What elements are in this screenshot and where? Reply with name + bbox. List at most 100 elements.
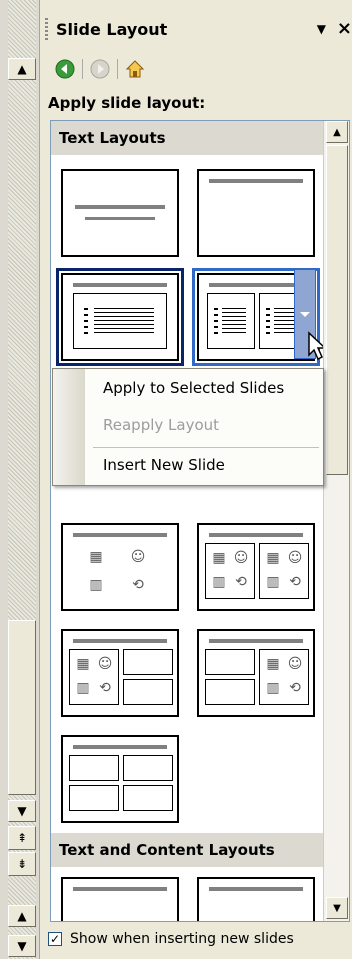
- home-button[interactable]: [122, 56, 148, 82]
- close-icon[interactable]: ×: [337, 18, 352, 39]
- editor-scrollbar-strip: ▲ ▼ ⇞ ⇟ ▲ ▼: [0, 0, 40, 959]
- layout-title-bar: [73, 533, 167, 537]
- lower-scroll-down-button[interactable]: ▼: [8, 935, 36, 957]
- layout-title-text-and-content[interactable]: [61, 877, 179, 921]
- layout-subtitle-bar: [85, 217, 155, 220]
- home-icon: [125, 60, 145, 78]
- diagram-icon: ⟲: [289, 574, 301, 590]
- table-icon: ▦: [266, 550, 280, 566]
- text-lines: [94, 308, 154, 336]
- layout-title-bar: [73, 283, 167, 287]
- layout-title-slide[interactable]: [61, 169, 179, 257]
- gallery-scroll-up-button[interactable]: ▲: [326, 121, 348, 143]
- task-pane-title-bar: Slide Layout ▼ ×: [40, 0, 352, 46]
- picture-icon: ☺: [287, 550, 303, 566]
- nav-separator: [82, 59, 83, 79]
- table-icon: ▦: [76, 656, 90, 672]
- menu-item-insert-new-slide[interactable]: Insert New Slide: [103, 456, 225, 474]
- picture-icon: ☺: [287, 656, 303, 672]
- layout-title-bar: [73, 887, 167, 891]
- content-placeholder-top-right: [123, 649, 173, 675]
- table-icon: ▦: [89, 549, 103, 565]
- forward-button[interactable]: [87, 56, 113, 82]
- scroll-up-button[interactable]: ▲: [8, 58, 36, 80]
- section-header-text-layouts: Text Layouts: [51, 121, 323, 155]
- content-placeholder-top-left: [205, 649, 255, 675]
- layout-title-content-and-two-content[interactable]: ▦ ☺ ▥ ⟲: [61, 629, 179, 717]
- layout-title-bar: [75, 205, 165, 209]
- menu-item-apply-to-selected-slides[interactable]: Apply to Selected Slides: [103, 379, 284, 397]
- back-button[interactable]: [52, 56, 78, 82]
- gallery-scroll-thumb[interactable]: [326, 145, 348, 475]
- nav-separator: [117, 59, 118, 79]
- next-slide-button[interactable]: ⇟: [8, 852, 36, 876]
- layout-title-content-and-text[interactable]: [197, 877, 315, 921]
- gallery-scroll-down-button[interactable]: ▼: [326, 897, 348, 919]
- table-icon: ▦: [212, 550, 226, 566]
- diagram-icon: ⟲: [235, 574, 247, 590]
- content-placeholder-bottom-left: [205, 679, 255, 705]
- content-placeholder-left: ▦ ☺ ▥ ⟲: [205, 543, 255, 599]
- text-lines: [222, 308, 246, 336]
- layout-text-placeholder-left: [207, 293, 255, 349]
- diagram-icon: ⟲: [289, 680, 301, 696]
- chart-icon: ▥: [89, 577, 103, 593]
- layout-title-bar: [209, 283, 303, 287]
- layout-title-and-text[interactable]: [56, 268, 184, 366]
- diagram-icon: ⟲: [132, 577, 144, 593]
- chart-icon: ▥: [266, 680, 280, 696]
- layout-title-bar: [73, 639, 167, 643]
- bullet-dots: [84, 308, 88, 336]
- content-placeholder-right: ▦ ☺ ▥ ⟲: [259, 543, 309, 599]
- content-placeholder-2: [123, 755, 173, 781]
- task-pane-navigation: [48, 54, 180, 84]
- show-when-inserting-checkbox[interactable]: ✓: [48, 932, 62, 946]
- previous-slide-button[interactable]: ⇞: [8, 826, 36, 850]
- layout-title-and-content[interactable]: ▦ ☺ ▥ ⟲: [61, 523, 179, 611]
- picture-icon: ☺: [233, 550, 249, 566]
- layout-title-and-four-content[interactable]: [61, 735, 179, 823]
- show-when-inserting-label[interactable]: Show when inserting new slides: [70, 931, 294, 947]
- content-placeholder-large: ▦ ☺ ▥ ⟲: [69, 649, 119, 705]
- apply-layout-label: Apply slide layout:: [48, 94, 206, 112]
- bullet-dots: [266, 308, 270, 336]
- layout-title-bar: [73, 745, 167, 749]
- layout-context-menu: Apply to Selected Slides Reapply Layout …: [52, 368, 324, 486]
- back-arrow-icon: [55, 59, 75, 79]
- forward-arrow-icon: [90, 59, 110, 79]
- content-placeholder-4: [123, 785, 173, 811]
- layout-title-bar: [209, 533, 303, 537]
- editor-scrollbar-thumb[interactable]: [8, 620, 36, 795]
- pane-menu-arrow-icon[interactable]: ▼: [317, 22, 326, 36]
- bullet-dots: [214, 308, 218, 336]
- layout-title-bar: [209, 887, 303, 891]
- layout-title-bar: [209, 179, 303, 183]
- layout-text-placeholder: [73, 293, 167, 349]
- gallery-scrollbar[interactable]: ▲ ▼: [323, 121, 349, 921]
- chart-icon: ▥: [212, 574, 226, 590]
- context-menu-gutter: [53, 369, 85, 485]
- chart-icon: ▥: [76, 680, 90, 696]
- content-placeholder-bottom-right: [123, 679, 173, 705]
- menu-item-reapply-layout: Reapply Layout: [103, 416, 220, 434]
- task-pane-title: Slide Layout: [56, 20, 168, 39]
- layout-gallery: Text Layouts ▦ ☺ ▥ ⟲ ▦ ☺ ▥ ⟲ ▦ ☺ ▥ ⟲ ▦ ☺…: [50, 120, 350, 922]
- lower-scroll-up-button[interactable]: ▲: [8, 905, 36, 927]
- drag-grip[interactable]: [45, 18, 48, 40]
- table-icon: ▦: [266, 656, 280, 672]
- picture-icon: ☺: [130, 549, 146, 565]
- scroll-down-button[interactable]: ▼: [8, 800, 36, 822]
- show-when-inserting-row: ✓ Show when inserting new slides: [48, 928, 348, 950]
- layout-title-only[interactable]: [197, 169, 315, 257]
- layout-title-bar: [209, 639, 303, 643]
- content-placeholder-large: ▦ ☺ ▥ ⟲: [259, 649, 309, 705]
- content-placeholder-1: [69, 755, 119, 781]
- chart-icon: ▥: [266, 574, 280, 590]
- layout-title-two-content-and-content[interactable]: ▦ ☺ ▥ ⟲: [197, 629, 315, 717]
- diagram-icon: ⟲: [99, 680, 111, 696]
- section-header-text-and-content-layouts: Text and Content Layouts: [51, 833, 323, 867]
- menu-separator: [93, 447, 319, 448]
- picture-icon: ☺: [97, 656, 113, 672]
- content-placeholder-3: [69, 785, 119, 811]
- layout-title-and-two-content[interactable]: ▦ ☺ ▥ ⟲ ▦ ☺ ▥ ⟲: [197, 523, 315, 611]
